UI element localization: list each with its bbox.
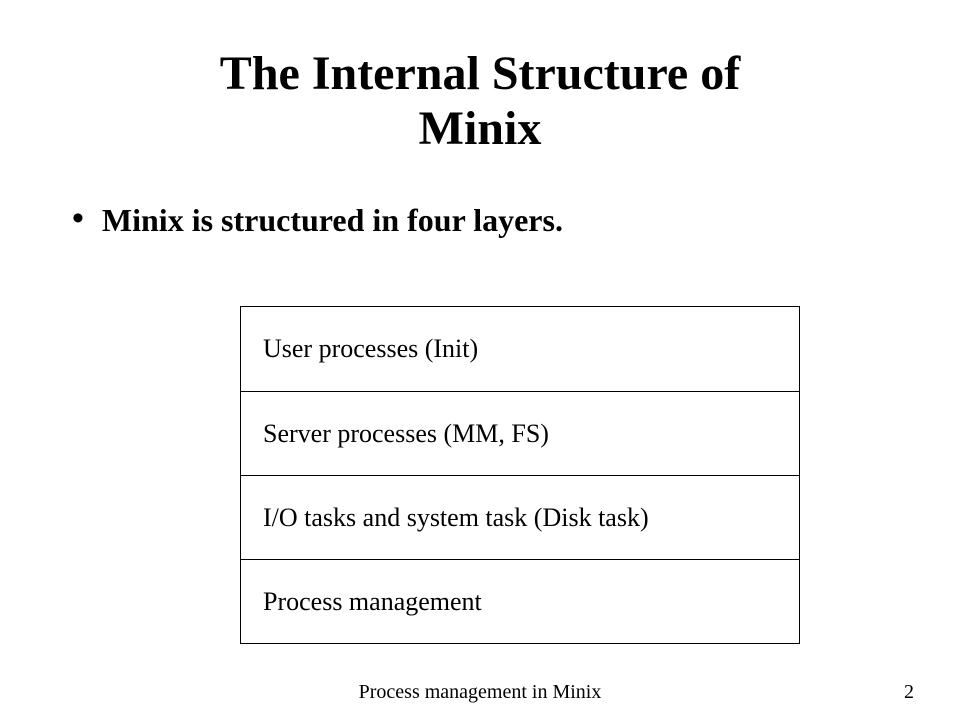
table-row: Process management <box>241 559 799 643</box>
layers-table: User processes (Init) Server processes (… <box>240 306 800 644</box>
table-row: I/O tasks and system task (Disk task) <box>241 475 799 559</box>
page-number: 2 <box>904 681 914 704</box>
layer-label: Process management <box>263 587 482 617</box>
bullet-text: Minix is structured in four layers. <box>102 202 563 239</box>
footer: Process management in Minix 2 <box>0 681 960 704</box>
bullet-list: • Minix is structured in four layers. <box>60 202 900 239</box>
bullet-dot-icon: • <box>72 202 84 236</box>
slide: The Internal Structure of Minix • Minix … <box>0 0 960 720</box>
bullet-item: • Minix is structured in four layers. <box>72 202 900 239</box>
layer-label: I/O tasks and system task (Disk task) <box>263 503 649 533</box>
table-row: Server processes (MM, FS) <box>241 391 799 475</box>
slide-title: The Internal Structure of Minix <box>60 46 900 156</box>
title-line-1: The Internal Structure of <box>60 46 900 101</box>
layer-label: Server processes (MM, FS) <box>263 419 549 449</box>
title-line-2: Minix <box>60 101 900 156</box>
table-row: User processes (Init) <box>241 307 799 391</box>
layer-label: User processes (Init) <box>263 334 478 364</box>
footer-text: Process management in Minix <box>359 681 602 703</box>
